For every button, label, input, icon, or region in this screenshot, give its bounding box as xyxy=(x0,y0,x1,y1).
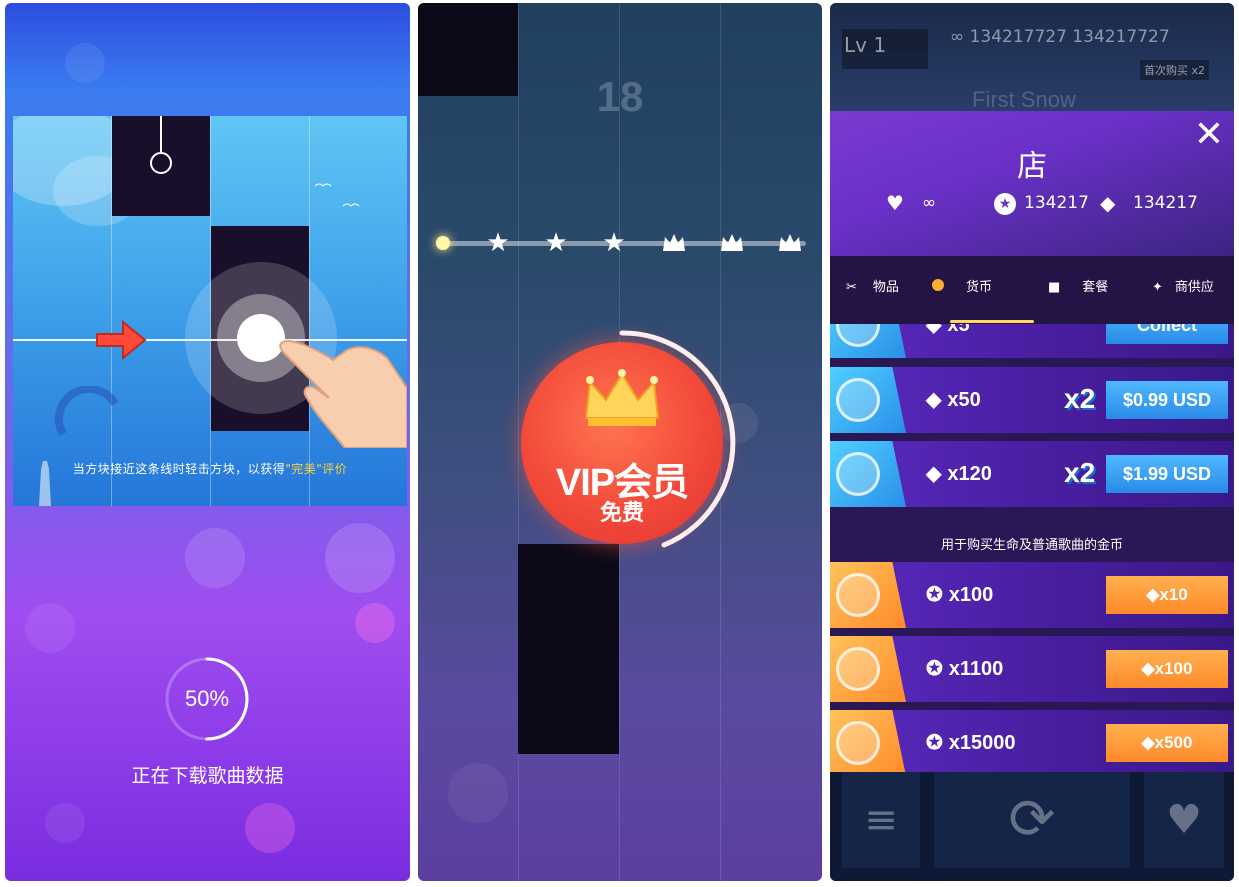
star-icon: ★ xyxy=(544,228,568,258)
gameplay-screen: 18 ★ ★ ★ VIP会员 免费 xyxy=(418,3,822,881)
heart-icon: ♥ xyxy=(886,191,904,215)
buy-button[interactable]: $0.99 USD xyxy=(1106,381,1228,419)
tutorial-tile-top xyxy=(112,116,210,216)
crown-icon xyxy=(779,234,801,251)
refresh-icon[interactable]: ⟳ xyxy=(934,772,1130,868)
bottom-bar: ≡ ⟳ ♥ xyxy=(830,772,1234,881)
shop-screen: Lv 1 ∞ 134217727 134217727 首次购买 x2 First… xyxy=(830,3,1234,881)
close-button[interactable]: ✕ xyxy=(1192,117,1226,153)
list-item: ◆ x50 x2 $0.99 USD xyxy=(830,367,1234,433)
menu-icon[interactable]: ≡ xyxy=(842,772,920,868)
bird-icons xyxy=(314,183,360,207)
buy-button[interactable]: ◆x10 xyxy=(1106,576,1228,614)
diamonds-value: 134217 xyxy=(1133,193,1198,213)
first-purchase-badge: 首次购买 x2 xyxy=(1140,60,1210,80)
diamond-icon: ◆ xyxy=(1146,585,1160,604)
diamond-icon: ◆ xyxy=(1141,733,1155,752)
coin-pack-icon xyxy=(830,710,906,772)
list-item: ✪ x15000 ◆x500 xyxy=(830,710,1234,772)
diamond-icon: ◆ xyxy=(926,389,942,411)
shop-header: 店 ✕ ♥ ∞ ★ 134217 ◆ 134217 xyxy=(830,111,1234,256)
hand-pointer-icon xyxy=(279,340,407,448)
piano-tile[interactable] xyxy=(518,544,619,754)
score-counter: 18 xyxy=(596,73,644,120)
list-item: ◆ x5 Collect xyxy=(830,324,1234,358)
arrow-right-icon xyxy=(96,319,147,361)
coin-icon: ✪ xyxy=(926,584,943,606)
star-icon: ★ xyxy=(602,228,626,258)
level-badge: Lv 1 xyxy=(842,29,928,69)
buy-button[interactable]: ◆x500 xyxy=(1106,724,1228,762)
diamond-icon: ◆ xyxy=(926,463,942,485)
diamond-icon: ◆ xyxy=(926,324,942,336)
tab-offers[interactable]: ✦ 商供应 xyxy=(1152,276,1214,295)
package-icon: ■ xyxy=(1048,280,1061,295)
loading-screen: 当方块接近这条线时轻击方块，以获得"完美"评价 50% 正在下载歌曲数据 xyxy=(5,3,410,881)
list-item: ◆ x120 x2 $1.99 USD xyxy=(830,441,1234,507)
bonus-badge: x2 xyxy=(1064,457,1096,488)
coin-icon: ✪ xyxy=(926,732,943,754)
list-item: ✪ x100 ◆x10 xyxy=(830,562,1234,628)
tab-items[interactable]: ✂ 物品 xyxy=(846,276,899,295)
song-title: First Snow xyxy=(972,87,1076,112)
coin-icon xyxy=(932,279,944,291)
progress-marker xyxy=(436,236,450,250)
buy-button[interactable]: $1.99 USD xyxy=(1106,455,1228,493)
heart-icon[interactable]: ♥ xyxy=(1144,772,1224,868)
collect-button[interactable]: Collect xyxy=(1106,324,1228,344)
crown-icon xyxy=(663,234,685,251)
coins-value: 134217 xyxy=(1024,193,1089,213)
shop-title: 店 xyxy=(1017,149,1047,184)
vip-free-label: 免费 xyxy=(599,501,644,526)
loading-text: 正在下载歌曲数据 xyxy=(131,765,284,787)
coin-icon: ★ xyxy=(994,193,1016,215)
currency-list[interactable]: ◆ x5 Collect ◆ x50 x2 $0.99 USD ◆ x120 x2 $… xyxy=(830,324,1234,772)
shop-resources: ♥ ∞ ★ 134217 ◆ 134217 xyxy=(830,191,1234,217)
diamond-pack-icon xyxy=(830,441,906,507)
diamond-pack-icon xyxy=(830,367,906,433)
game-header-background: Lv 1 ∞ 134217727 134217727 首次购买 x2 First… xyxy=(830,3,1234,115)
coin-pack-icon xyxy=(830,636,906,702)
item-icon: ✂ xyxy=(846,280,857,295)
shop-tabs: ✂ 物品 货币 ■ 套餐 ✦ 商供应 xyxy=(830,256,1234,324)
coin-icon: ✪ xyxy=(926,658,943,680)
loading-percent: 50% xyxy=(184,686,230,711)
diamond-pack-icon xyxy=(830,324,906,358)
buy-button[interactable]: ◆x100 xyxy=(1106,650,1228,688)
diamond-icon: ◆ xyxy=(1100,191,1116,215)
sparkle-icon: ✦ xyxy=(1152,280,1163,295)
list-item: ✪ x1100 ◆x100 xyxy=(830,636,1234,702)
crown-icon xyxy=(721,234,743,251)
tutorial-hint: 当方块接近这条线时轻击方块，以获得"完美"评价 xyxy=(72,462,348,476)
section-label: 用于购买生命及普通歌曲的金币 xyxy=(940,538,1123,553)
active-tab-indicator xyxy=(950,320,1034,323)
coin-pack-icon xyxy=(830,562,906,628)
bonus-badge: x2 xyxy=(1064,383,1096,414)
diamond-icon: ◆ xyxy=(1141,659,1155,678)
top-resource-stats: ∞ 134217727 134217727 xyxy=(950,27,1170,47)
lives-value: ∞ xyxy=(922,193,937,213)
crown-icon xyxy=(584,369,660,426)
tab-packages[interactable]: ■ 套餐 xyxy=(1048,276,1108,295)
star-icon: ★ xyxy=(486,228,510,258)
tutorial-card: 当方块接近这条线时轻击方块，以获得"完美"评价 xyxy=(13,116,407,506)
tab-currency[interactable]: 货币 xyxy=(932,276,992,295)
